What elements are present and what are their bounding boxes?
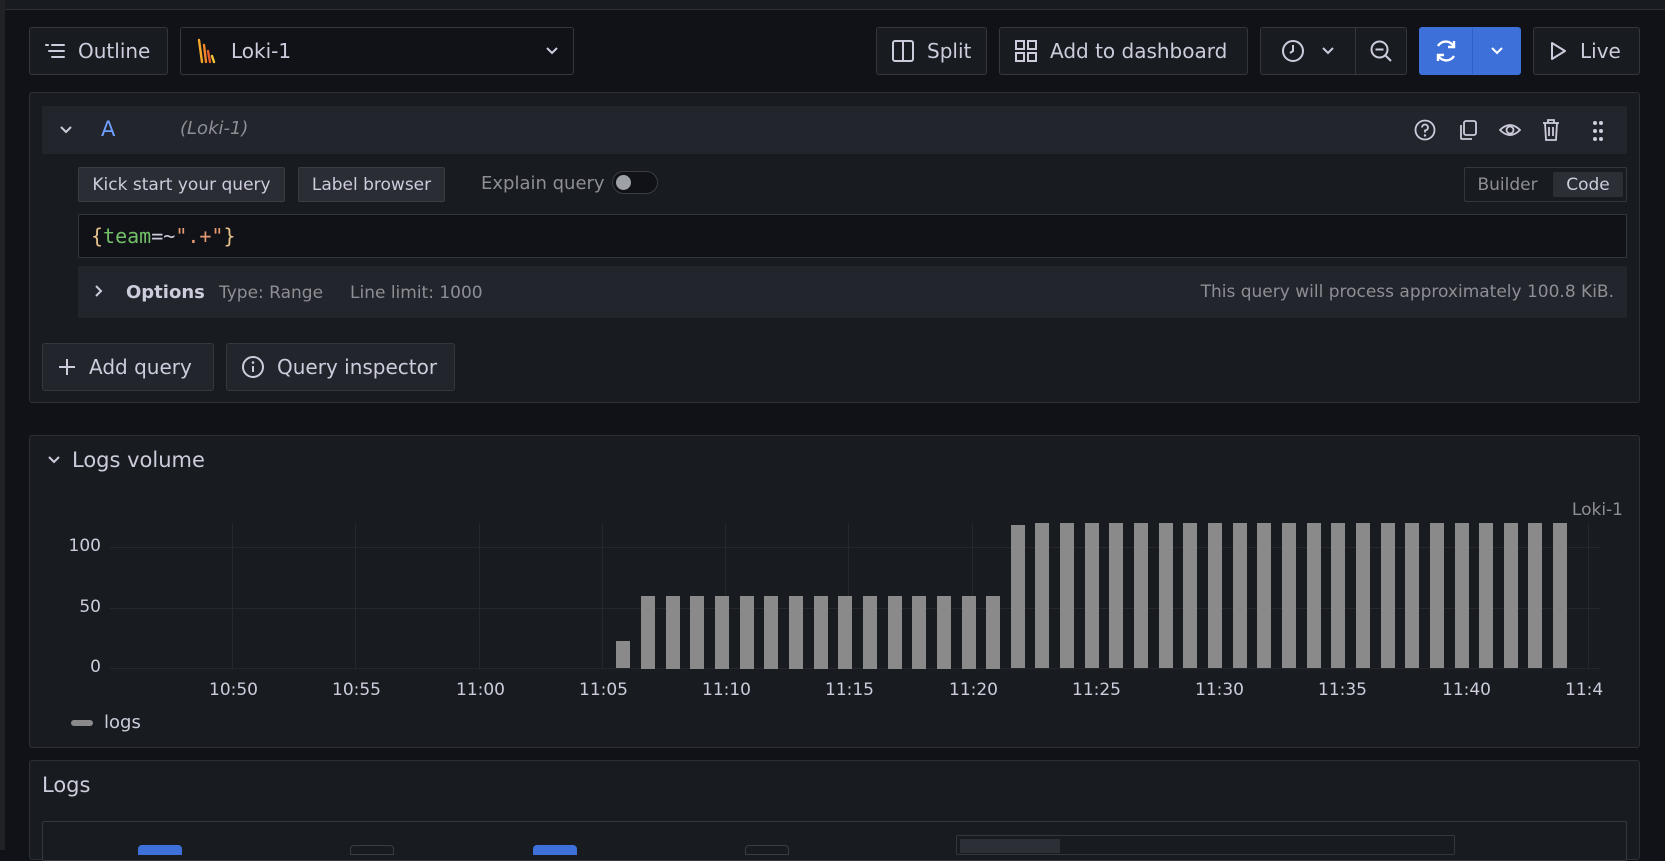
datasource-name: Loki-1 bbox=[231, 39, 292, 63]
query-ref-id[interactable]: A bbox=[101, 117, 115, 141]
outline-label: Outline bbox=[78, 39, 151, 63]
live-label: Live bbox=[1580, 39, 1621, 63]
plus-icon bbox=[57, 357, 77, 377]
chevron-down-icon bbox=[545, 46, 559, 56]
logs-title: Logs bbox=[42, 773, 91, 797]
chart-datasource-label: Loki-1 bbox=[1571, 500, 1623, 520]
toggle-partial[interactable] bbox=[745, 845, 789, 855]
expr-value: ".+" bbox=[175, 224, 224, 248]
logs-volume-panel bbox=[29, 435, 1640, 748]
time-picker-button[interactable] bbox=[1261, 28, 1356, 74]
outline-list-icon bbox=[44, 42, 66, 60]
zoom-out-icon bbox=[1369, 39, 1393, 63]
outline-button[interactable]: Outline bbox=[29, 27, 168, 75]
dedup-selected-option bbox=[960, 839, 1060, 853]
help-icon[interactable] bbox=[1414, 119, 1436, 141]
expr-open-brace: { bbox=[91, 224, 104, 248]
split-columns-icon bbox=[891, 39, 915, 63]
refresh-group bbox=[1419, 27, 1521, 75]
drag-handle-icon[interactable] bbox=[1592, 119, 1604, 143]
legend-swatch bbox=[71, 720, 93, 726]
collapse-chevron-icon[interactable] bbox=[47, 455, 61, 465]
play-icon bbox=[1548, 40, 1568, 62]
label-browser-button[interactable]: Label browser bbox=[298, 167, 445, 202]
collapse-chevron-icon[interactable] bbox=[56, 120, 76, 140]
clock-icon bbox=[1281, 39, 1305, 63]
toggle-partial[interactable] bbox=[350, 845, 394, 855]
query-inspector-button[interactable]: Query inspector bbox=[226, 343, 455, 391]
zoom-out-button[interactable] bbox=[1356, 28, 1406, 74]
query-code-editor[interactable]: {team =~ ".+"} bbox=[78, 214, 1627, 258]
live-button[interactable]: Live bbox=[1533, 27, 1640, 75]
expr-operator: =~ bbox=[151, 224, 176, 248]
explain-query-label: Explain query bbox=[481, 173, 605, 194]
toggle-knob bbox=[616, 175, 631, 190]
toggle-partial[interactable] bbox=[138, 845, 182, 855]
options-label: Options bbox=[126, 282, 205, 303]
explain-query-toggle[interactable] bbox=[612, 171, 658, 194]
left-edge bbox=[0, 0, 5, 850]
sync-icon bbox=[1433, 38, 1459, 64]
add-to-dashboard-label: Add to dashboard bbox=[1050, 39, 1228, 63]
refresh-button[interactable] bbox=[1420, 28, 1473, 74]
top-strip bbox=[0, 0, 1665, 10]
options-line-limit-text: Line limit: 1000 bbox=[350, 283, 483, 303]
process-estimate-text: This query will process approximately 10… bbox=[1200, 282, 1614, 302]
options-type-text: Type: Range bbox=[219, 283, 324, 303]
apps-grid-icon bbox=[1014, 39, 1038, 63]
kick-start-query-button[interactable]: Kick start your query bbox=[78, 167, 285, 202]
editor-mode-switch: Builder Code bbox=[1464, 167, 1627, 202]
time-picker-group bbox=[1260, 27, 1407, 75]
chevron-right-icon bbox=[94, 284, 104, 298]
add-query-label: Add query bbox=[89, 355, 192, 379]
mode-builder-option[interactable]: Builder bbox=[1465, 168, 1550, 201]
eye-icon[interactable] bbox=[1499, 120, 1521, 140]
duplicate-icon[interactable] bbox=[1457, 119, 1479, 141]
query-row-header bbox=[42, 106, 1627, 154]
loki-logo-icon bbox=[195, 37, 219, 65]
split-button[interactable]: Split bbox=[876, 27, 987, 75]
dedup-selector[interactable] bbox=[956, 835, 1455, 855]
legend-label[interactable]: logs bbox=[104, 712, 141, 733]
refresh-interval-dropdown[interactable] bbox=[1473, 28, 1520, 74]
chevron-down-icon bbox=[1490, 46, 1504, 56]
chevron-down-icon bbox=[1321, 46, 1335, 56]
datasource-picker[interactable]: Loki-1 bbox=[180, 27, 574, 75]
add-query-button[interactable]: Add query bbox=[42, 343, 214, 391]
query-datasource-hint: (Loki-1) bbox=[180, 118, 249, 139]
info-circle-icon bbox=[241, 355, 265, 379]
trash-icon[interactable] bbox=[1541, 118, 1561, 142]
split-label: Split bbox=[927, 39, 972, 63]
expr-close-brace: } bbox=[223, 224, 236, 248]
mode-code-option[interactable]: Code bbox=[1553, 172, 1623, 197]
logs-volume-title[interactable]: Logs volume bbox=[72, 448, 205, 472]
expr-label-name: team bbox=[103, 224, 152, 248]
add-to-dashboard-button[interactable]: Add to dashboard bbox=[999, 27, 1248, 75]
toggle-partial[interactable] bbox=[533, 845, 577, 855]
query-inspector-label: Query inspector bbox=[277, 355, 438, 379]
